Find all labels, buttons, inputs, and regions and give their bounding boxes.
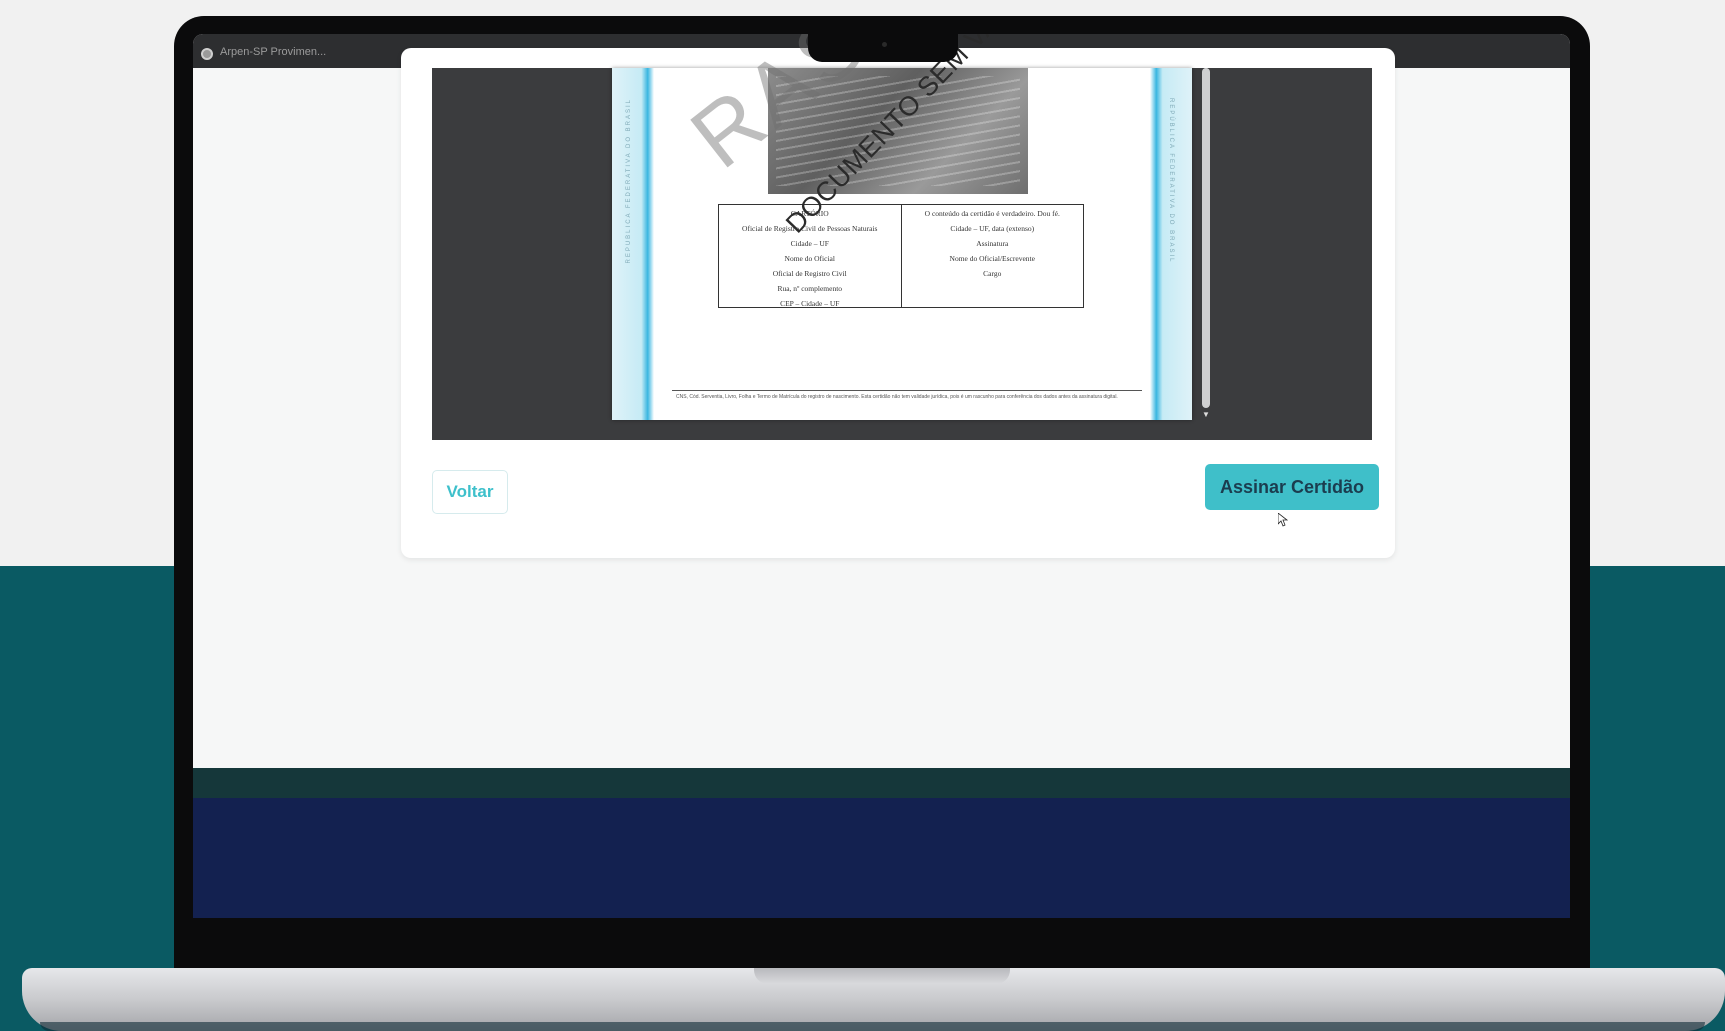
table-right-line: O conteúdo da certidão é verdadeiro. Dou… (924, 209, 1060, 218)
certificate-signature-table: CARTÓRIO Oficial de Registro Civil de Pe… (718, 204, 1084, 308)
table-left-line: Cidade – UF (790, 239, 829, 248)
pdf-viewer[interactable]: REPÚBLICA FEDERATIVA DO BRASIL REPÚBLICA… (432, 34, 1372, 440)
document-footer-text: CNS, Cód. Serventia, Livro, Folha e Term… (676, 394, 1118, 400)
page-footer (193, 798, 1570, 918)
mouse-pointer-icon (1278, 513, 1288, 527)
border-text-left: REPÚBLICA FEDERATIVA DO BRASIL (626, 98, 632, 264)
table-right-line: Assinatura (976, 239, 1009, 248)
window-title: Arpen-SP Provimen... (220, 46, 327, 58)
camera-notch (808, 26, 958, 62)
laptop-base-shadow (40, 1022, 1705, 1031)
table-left-line: CEP – Cidade – UF (780, 299, 840, 308)
section-divider-band (193, 768, 1570, 798)
table-right-line: Nome do Oficial/Escrevente (949, 254, 1035, 263)
laptop-screen: Arpen-SP Provimen... REPÚBLICA FEDERATIV… (193, 34, 1570, 918)
table-left-line: Oficial de Registro Civil (772, 269, 847, 278)
document-border-left: REPÚBLICA FEDERATIVA DO BRASIL (612, 68, 654, 420)
scroll-down-arrow-icon[interactable]: ▼ (1201, 410, 1211, 420)
laptop-base-notch (754, 968, 1010, 984)
table-right-line: Cidade – UF, data (extenso) (950, 224, 1035, 233)
attestation-column: O conteúdo da certidão é verdadeiro. Dou… (900, 205, 1084, 307)
border-text-right: REPÚBLICA FEDERATIVA DO BRASIL (1168, 98, 1174, 264)
globe-icon (201, 48, 213, 60)
viewer-scrollbar[interactable] (1202, 68, 1210, 408)
document-footer-divider (672, 390, 1142, 391)
table-left-line: Nome do Oficial (784, 254, 835, 263)
web-page: REPÚBLICA FEDERATIVA DO BRASIL REPÚBLICA… (193, 34, 1570, 918)
sign-certificate-button[interactable]: Assinar Certidão (1205, 464, 1379, 510)
certificate-preview-card: REPÚBLICA FEDERATIVA DO BRASIL REPÚBLICA… (401, 34, 1395, 558)
document-border-right: REPÚBLICA FEDERATIVA DO BRASIL (1150, 68, 1192, 420)
back-button[interactable]: Voltar (432, 470, 508, 514)
table-left-line: Rua, nº complemento (777, 284, 843, 293)
table-right-line: Cargo (983, 269, 1002, 278)
certificate-document-page: REPÚBLICA FEDERATIVA DO BRASIL REPÚBLICA… (612, 34, 1192, 420)
camera-icon (882, 42, 887, 47)
